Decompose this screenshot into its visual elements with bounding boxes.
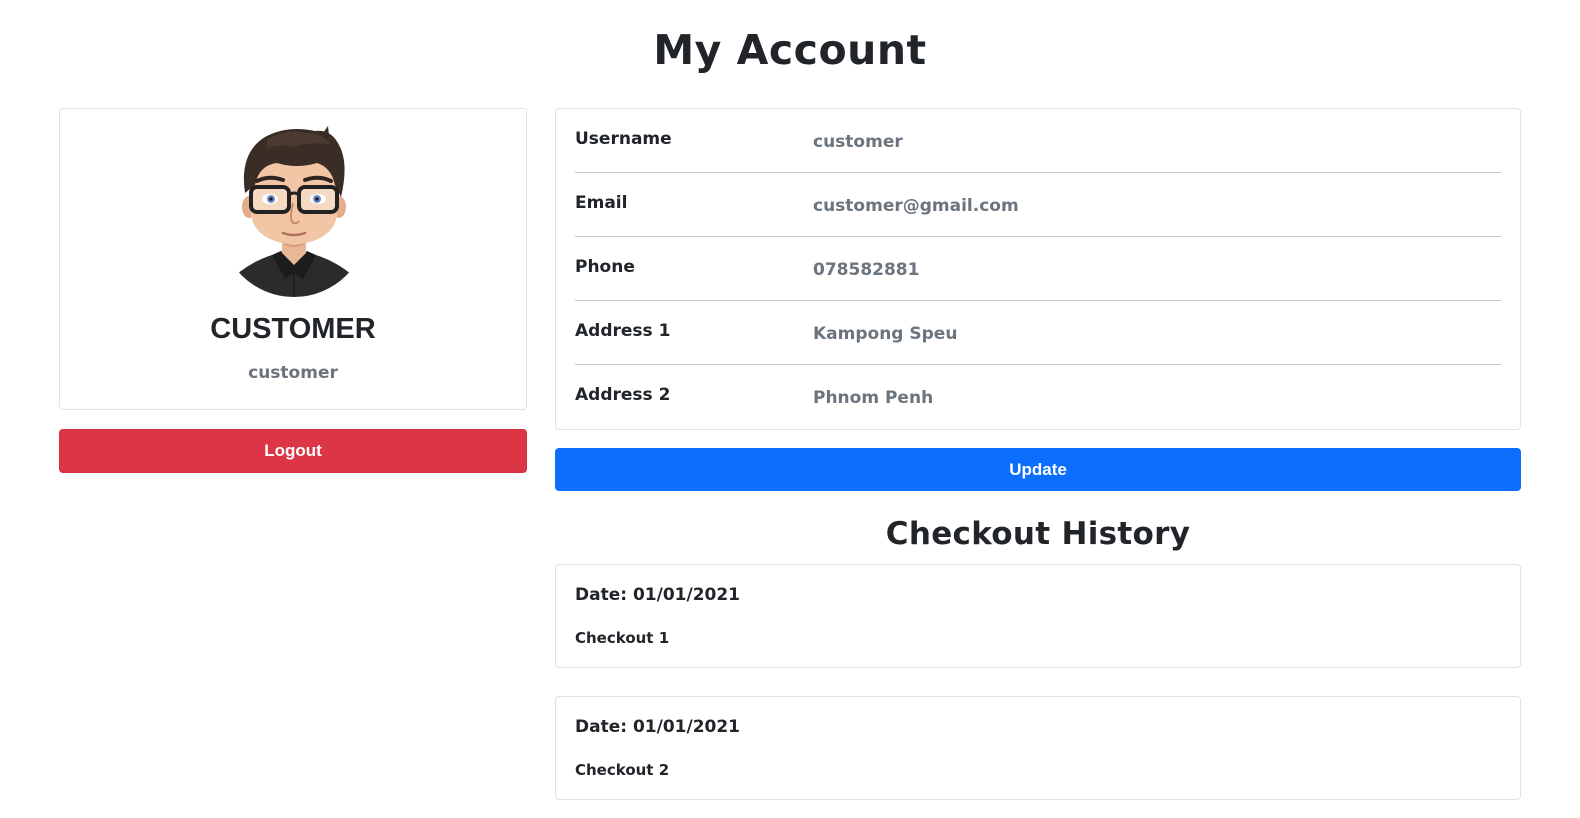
detail-row-address-1: Address 1 Kampong Speu bbox=[575, 301, 1501, 365]
detail-row-phone: Phone 078582881 bbox=[575, 237, 1501, 301]
detail-label: Username bbox=[575, 129, 672, 149]
checkout-date: Date: 01/01/2021 bbox=[575, 585, 741, 605]
logout-button[interactable]: Logout bbox=[59, 429, 527, 473]
avatar-icon bbox=[227, 126, 361, 297]
account-details-card: Username customer Email customer@gmail.c… bbox=[555, 108, 1521, 430]
detail-row-email: Email customer@gmail.com bbox=[575, 173, 1501, 237]
detail-label: Address 1 bbox=[575, 321, 671, 341]
page-title: My Account bbox=[653, 26, 927, 74]
detail-label: Address 2 bbox=[575, 385, 671, 405]
checkout-history-item[interactable]: Date: 01/01/2021 Checkout 2 bbox=[555, 696, 1521, 800]
detail-row-address-2: Address 2 Phnom Penh bbox=[575, 365, 1501, 429]
detail-label: Email bbox=[575, 193, 628, 213]
profile-name: CUSTOMER bbox=[210, 313, 376, 345]
detail-label: Phone bbox=[575, 257, 635, 277]
detail-value: Kampong Speu bbox=[813, 324, 958, 344]
checkout-date: Date: 01/01/2021 bbox=[575, 717, 741, 737]
update-button[interactable]: Update bbox=[555, 448, 1521, 491]
detail-row-username: Username customer bbox=[575, 109, 1501, 173]
checkout-name: Checkout 2 bbox=[575, 761, 670, 779]
detail-value: Phnom Penh bbox=[813, 388, 934, 408]
detail-value: customer bbox=[813, 132, 903, 152]
detail-value: customer@gmail.com bbox=[813, 196, 1019, 216]
detail-value: 078582881 bbox=[813, 260, 920, 280]
profile-username: customer bbox=[248, 363, 338, 383]
checkout-history-title: Checkout History bbox=[885, 516, 1191, 552]
checkout-history-item[interactable]: Date: 01/01/2021 Checkout 1 bbox=[555, 564, 1521, 668]
profile-card: CUSTOMER customer bbox=[59, 108, 527, 410]
checkout-name: Checkout 1 bbox=[575, 629, 670, 647]
